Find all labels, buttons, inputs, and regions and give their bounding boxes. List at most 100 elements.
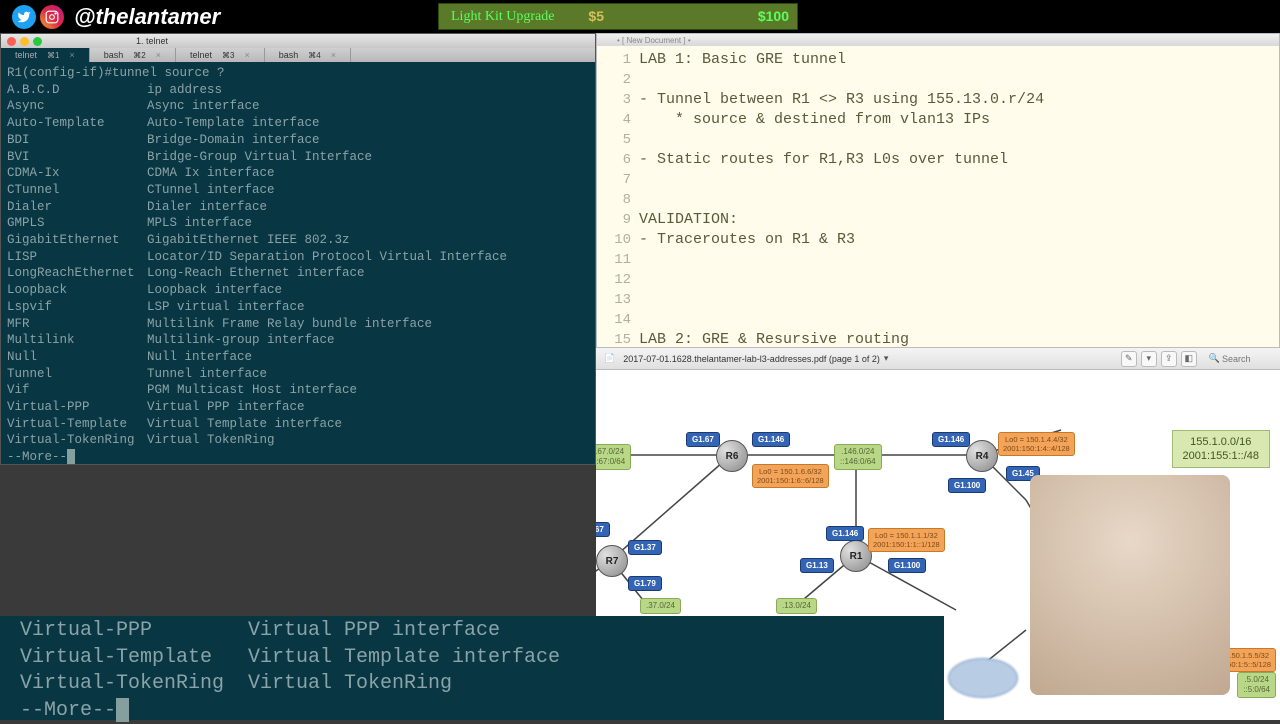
zoom-icon[interactable] — [33, 37, 42, 46]
webcam-feed — [1030, 475, 1230, 695]
cloud-icon — [948, 658, 1018, 698]
help-row: A.B.C.Dip address — [7, 82, 589, 99]
router-r6: R6 — [716, 440, 748, 472]
cursor — [116, 698, 129, 722]
edit-icon[interactable]: ✎ — [1121, 351, 1137, 367]
help-row: MultilinkMultilink-group interface — [7, 332, 589, 349]
terminal-titlebar[interactable]: 1. telnet — [1, 34, 595, 48]
instagram-icon[interactable] — [40, 5, 64, 29]
twitter-icon[interactable] — [12, 5, 36, 29]
iface-label: G1.13 — [800, 558, 834, 573]
help-row: Auto-TemplateAuto-Template interface — [7, 115, 589, 132]
editor-line[interactable]: - Static routes for R1,R3 L0s over tunne… — [639, 150, 1279, 170]
editor-line[interactable] — [639, 70, 1279, 90]
help-row: GMPLSMPLS interface — [7, 215, 589, 232]
help-row: BDIBridge-Domain interface — [7, 132, 589, 149]
help-row: Virtual-PPPVirtual PPP interface — [20, 618, 924, 645]
pdf-filename: 2017-07-01.1628.thelantamer-lab-l3-addre… — [623, 354, 880, 364]
subnet-label: .146.0/24::146:0/64 — [834, 444, 882, 470]
help-row: Virtual-TemplateVirtual Template interfa… — [20, 645, 924, 672]
iface-label: G1.67 — [686, 432, 720, 447]
help-row: CDMA-IxCDMA Ix interface — [7, 165, 589, 182]
minimize-icon[interactable] — [20, 37, 29, 46]
help-row: TunnelTunnel interface — [7, 366, 589, 383]
editor-line[interactable] — [639, 310, 1279, 330]
text-editor[interactable]: • [ New Document ] • 1234567891011121314… — [596, 33, 1280, 348]
router-r4: R4 — [966, 440, 998, 472]
iface-label: G1.146 — [826, 526, 864, 541]
highlight-icon[interactable]: ◧ — [1181, 351, 1197, 367]
editor-line[interactable]: LAB 1: Basic GRE tunnel — [639, 50, 1279, 70]
loopback-label: Lo0 = 150.1.4.4/322001:150:1:4::4/128 — [998, 432, 1075, 456]
social-links: @thelantamer — [12, 4, 220, 30]
donation-label: Light Kit Upgrade — [439, 9, 566, 25]
editor-line[interactable] — [639, 270, 1279, 290]
search-icon[interactable]: 🔍 — [1209, 353, 1220, 364]
editor-line[interactable] — [639, 290, 1279, 310]
iface-label: G1.100 — [948, 478, 986, 493]
tab-bash-4[interactable]: bash⌘4× — [265, 48, 351, 62]
editor-line[interactable]: - Traceroutes on R1 & R3 — [639, 230, 1279, 250]
terminal-prompt: R1(config-if)#tunnel source ? — [7, 65, 589, 82]
terminal-zoom: Virtual-PPPVirtual PPP interface Virtual… — [0, 616, 944, 720]
terminal-window[interactable]: 1. telnet telnet⌘1× bash⌘2× telnet⌘3× ba… — [0, 33, 596, 465]
iface-label: G1.146 — [932, 432, 970, 447]
subnet-label: .37.0/24 — [640, 598, 681, 614]
help-row: LoopbackLoopback interface — [7, 282, 589, 299]
donation-current: $5 — [588, 8, 604, 24]
help-row: CTunnelCTunnel interface — [7, 182, 589, 199]
editor-line[interactable]: - Tunnel between R1 <> R3 using 155.13.0… — [639, 90, 1279, 110]
terminal-output[interactable]: R1(config-if)#tunnel source ? A.B.C.Dip … — [1, 62, 595, 469]
chevron-down-icon[interactable]: ▾ — [884, 353, 889, 364]
help-row: Virtual-PPPVirtual PPP interface — [7, 399, 589, 416]
editor-line[interactable]: LAB 2: GRE & Resursive routing — [639, 330, 1279, 350]
loopback-label: Lo0 = 150.1.6.6/322001:150:1:6::6/128 — [752, 464, 829, 488]
help-row: NullNull interface — [7, 349, 589, 366]
help-row: LongReachEthernetLong-Reach Ethernet int… — [7, 265, 589, 282]
editor-line[interactable]: * source & destined from vlan13 IPs — [639, 110, 1279, 130]
social-handle: @thelantamer — [74, 4, 220, 30]
chevron-down-icon[interactable]: ▾ — [1141, 351, 1157, 367]
share-icon[interactable]: ⇪ — [1161, 351, 1177, 367]
donation-goal-amount: $100 — [758, 8, 789, 24]
editor-line[interactable] — [639, 130, 1279, 150]
tab-bash-2[interactable]: bash⌘2× — [90, 48, 176, 62]
more-prompt: --More-- — [20, 698, 924, 724]
editor-content[interactable]: LAB 1: Basic GRE tunnel - Tunnel between… — [639, 46, 1279, 347]
search-input[interactable] — [1222, 354, 1272, 364]
cursor — [67, 449, 75, 464]
tab-telnet-1[interactable]: telnet⌘1× — [1, 48, 90, 62]
iface-label: G1.37 — [628, 540, 662, 555]
editor-line[interactable] — [639, 190, 1279, 210]
editor-titlebar[interactable]: • [ New Document ] • — [597, 34, 1279, 46]
tab-telnet-3[interactable]: telnet⌘3× — [176, 48, 265, 62]
close-icon: × — [156, 50, 161, 60]
help-row: Virtual-TemplateVirtual Template interfa… — [7, 416, 589, 433]
subnet-label: .5.0/24::5:0/64 — [1237, 672, 1276, 698]
close-icon: × — [331, 50, 336, 60]
editor-line[interactable] — [639, 170, 1279, 190]
help-row: GigabitEthernetGigabitEthernet IEEE 802.… — [7, 232, 589, 249]
help-row: Virtual-TokenRingVirtual TokenRing — [20, 671, 924, 698]
close-icon: × — [244, 50, 249, 60]
loopback-label: Lo0 = 150.1.1.1/322001:150:1:1::1/128 — [868, 528, 945, 552]
help-row: DialerDialer interface — [7, 199, 589, 216]
line-gutter: 123456789101112131415 — [597, 46, 639, 347]
help-row: LspvifLSP virtual interface — [7, 299, 589, 316]
close-icon[interactable] — [7, 37, 16, 46]
editor-line[interactable] — [639, 250, 1279, 270]
terminal-title: 1. telnet — [136, 36, 168, 46]
subnet-label: .67.0/24::67:0/64 — [596, 444, 631, 470]
address-legend: 155.1.0.0/162001:155:1::/48 — [1172, 430, 1270, 468]
topbar: @thelantamer Light Kit Upgrade $5 $100 — [0, 0, 1280, 33]
iface-label: G1.100 — [888, 558, 926, 573]
iface-label: G1.146 — [752, 432, 790, 447]
help-row: BVIBridge-Group Virtual Interface — [7, 149, 589, 166]
help-row: MFRMultilink Frame Relay bundle interfac… — [7, 316, 589, 333]
donation-goal: Light Kit Upgrade $5 $100 — [438, 3, 798, 30]
editor-line[interactable]: VALIDATION: — [639, 210, 1279, 230]
subnet-label: .13.0/24 — [776, 598, 817, 614]
close-icon: × — [69, 50, 74, 60]
terminal-tabs: telnet⌘1× bash⌘2× telnet⌘3× bash⌘4× — [1, 48, 595, 62]
pdf-file-icon: 📄 — [604, 353, 615, 364]
